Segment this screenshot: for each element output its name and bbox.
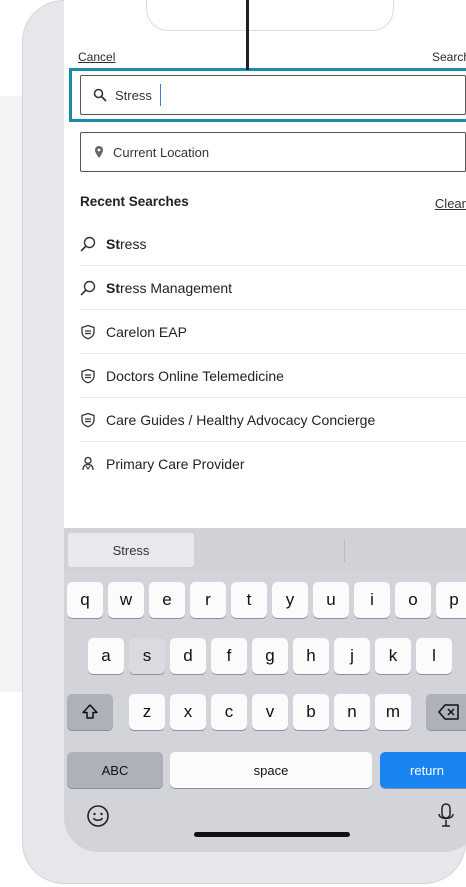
list-item[interactable]: Primary Care Provider — [80, 442, 466, 485]
key-t[interactable]: t — [231, 582, 267, 618]
key-k[interactable]: k — [375, 638, 411, 674]
recent-searches-header: Recent Searches Clear — [80, 194, 466, 216]
phone-frame: Cancel Search Stress Current Location Re… — [22, 0, 466, 884]
key-m[interactable]: m — [375, 694, 411, 730]
key-s[interactable]: s — [129, 638, 165, 674]
prediction-bar: Stress — [64, 528, 466, 572]
person-badge-icon — [82, 456, 94, 470]
location-input[interactable]: Current Location — [80, 132, 466, 172]
key-w[interactable]: w — [108, 582, 144, 618]
key-j[interactable]: j — [334, 638, 370, 674]
prediction-divider — [344, 540, 345, 562]
recent-searches-list: Stress Stress Management Carelon EAP Doc… — [80, 222, 466, 485]
search-icon — [93, 88, 107, 102]
key-q[interactable]: q — [67, 582, 103, 618]
key-f[interactable]: f — [211, 638, 247, 674]
emoji-icon[interactable] — [86, 804, 110, 828]
delete-key[interactable] — [426, 694, 466, 730]
shield-icon — [81, 324, 95, 339]
key-y[interactable]: y — [272, 582, 308, 618]
backspace-icon — [438, 704, 459, 720]
shift-icon — [82, 704, 98, 719]
list-item[interactable]: Stress Management — [80, 266, 466, 310]
key-o[interactable]: o — [395, 582, 431, 618]
recent-searches-title: Recent Searches — [80, 194, 189, 209]
callout-pointer-line — [246, 0, 249, 70]
text-cursor — [159, 84, 162, 106]
shield-icon — [81, 368, 95, 383]
key-l[interactable]: l — [416, 638, 452, 674]
key-h[interactable]: h — [293, 638, 329, 674]
notch — [146, 0, 394, 31]
list-item-label: Stress — [106, 235, 147, 252]
key-r[interactable]: r — [190, 582, 226, 618]
search-button[interactable]: Search — [432, 50, 466, 64]
list-item-label: Primary Care Provider — [106, 455, 245, 472]
key-g[interactable]: g — [252, 638, 288, 674]
key-i[interactable]: i — [354, 582, 390, 618]
home-indicator — [194, 832, 350, 837]
cancel-button[interactable]: Cancel — [78, 50, 115, 64]
key-x[interactable]: x — [170, 694, 206, 730]
shift-key[interactable] — [67, 694, 113, 730]
microphone-icon[interactable] — [436, 802, 456, 830]
list-item-label: Stress Management — [106, 279, 233, 296]
list-item[interactable]: Stress — [80, 222, 466, 266]
key-z[interactable]: z — [129, 694, 165, 730]
location-pin-icon — [95, 146, 103, 158]
key-b[interactable]: b — [293, 694, 329, 730]
key-n[interactable]: n — [334, 694, 370, 730]
return-key[interactable]: return — [380, 752, 466, 788]
list-item[interactable]: Doctors Online Telemedicine — [80, 354, 466, 398]
search-icon — [80, 236, 96, 251]
search-input[interactable]: Stress — [80, 75, 466, 115]
app-screen: Cancel Search Stress Current Location Re… — [64, 0, 466, 852]
keyboard: Stress q w e r t y u i o p a s d f g h j… — [64, 528, 466, 852]
clear-button[interactable]: Clear — [435, 196, 466, 211]
key-e[interactable]: e — [149, 582, 185, 618]
key-u[interactable]: u — [313, 582, 349, 618]
list-item-label: Carelon EAP — [106, 323, 187, 340]
key-c[interactable]: c — [211, 694, 247, 730]
list-item-label: Care Guides / Healthy Advocacy Concierge — [106, 411, 376, 428]
list-item[interactable]: Care Guides / Healthy Advocacy Concierge — [80, 398, 466, 442]
location-value: Current Location — [113, 144, 210, 160]
list-item-label: Doctors Online Telemedicine — [106, 367, 284, 384]
shield-icon — [81, 412, 95, 427]
search-icon — [80, 280, 96, 295]
space-key[interactable]: space — [170, 752, 372, 788]
key-p[interactable]: p — [436, 582, 466, 618]
abc-key[interactable]: ABC — [67, 752, 163, 788]
prediction-suggestion[interactable]: Stress — [68, 533, 194, 567]
search-value: Stress — [115, 87, 152, 103]
key-d[interactable]: d — [170, 638, 206, 674]
list-item[interactable]: Carelon EAP — [80, 310, 466, 354]
key-a[interactable]: a — [88, 638, 124, 674]
key-v[interactable]: v — [252, 694, 288, 730]
